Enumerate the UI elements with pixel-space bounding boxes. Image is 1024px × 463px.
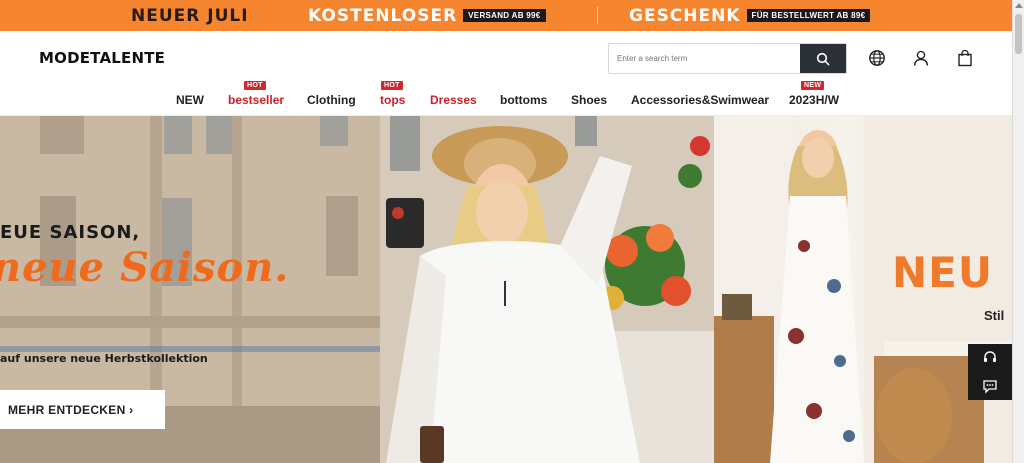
promo-bar[interactable]: NEUER JULI KOSTENLOSER VERSAND AB 99€ GE… — [0, 0, 1012, 31]
search-input[interactable] — [609, 44, 800, 73]
side-banner-title: NEU — [892, 248, 993, 297]
promo-text-2: KOSTENLOSER — [308, 5, 458, 26]
nav-item-tops[interactable]: HOT tops — [380, 81, 406, 107]
site-header: MODETALENTE NEW — [0, 31, 1012, 116]
nav-item-bestseller[interactable]: HOT bestseller — [228, 81, 285, 107]
promo-text-1: NEUER JULI — [131, 5, 249, 26]
nav-item-new[interactable]: NEW — [176, 93, 204, 107]
discover-more-button[interactable]: MEHR ENTDECKEN › — [0, 390, 165, 429]
chat-button[interactable] — [968, 372, 1012, 400]
nav-item-label: bestseller — [228, 93, 285, 107]
promo-segment-3: GESCHENK FÜR BESTELLWERT AB 89€ — [629, 0, 871, 31]
nav-item-accessories[interactable]: Accessories&Swimwear — [631, 93, 769, 107]
search-box — [608, 43, 847, 74]
page-scrollbar[interactable] — [1012, 0, 1024, 463]
scroll-up-arrow-icon[interactable] — [1015, 3, 1023, 8]
shopping-bag-icon[interactable] — [956, 49, 974, 67]
nav-item-2023hw[interactable]: NEW 2023H/W — [789, 81, 840, 107]
promo-divider — [597, 7, 598, 24]
promo-pill-2: VERSAND AB 99€ — [463, 9, 546, 22]
hero-title: EUE SAISON, — [0, 222, 141, 243]
nav-item-shoes[interactable]: Shoes — [571, 93, 607, 107]
headset-icon — [984, 351, 996, 362]
nav-item-bottoms[interactable]: bottoms — [500, 93, 547, 107]
side-banner-subtitle: Stil — [984, 308, 1005, 323]
hero-banner-main[interactable]: EUE SAISON, neue Saison. auf unsere neue… — [0, 116, 714, 463]
globe-icon[interactable] — [868, 49, 886, 67]
nav-item-dresses[interactable]: Dresses — [430, 93, 477, 107]
scrollbar-thumb[interactable] — [1015, 14, 1022, 54]
user-icon[interactable] — [912, 49, 930, 67]
promo-segment-1: NEUER JULI — [131, 0, 249, 31]
promo-text-3: GESCHENK — [629, 5, 741, 26]
nav-item-label: tops — [380, 93, 406, 107]
chat-icon — [983, 380, 997, 394]
nav-item-label: 2023H/W — [789, 93, 840, 107]
hero-banners: EUE SAISON, neue Saison. auf unsere neue… — [0, 116, 1012, 463]
page: NEUER JULI KOSTENLOSER VERSAND AB 99€ GE… — [0, 0, 1024, 463]
site-logo[interactable]: MODETALENTE — [39, 49, 165, 67]
new-badge: NEW — [801, 81, 825, 90]
hot-badge: HOT — [381, 81, 403, 90]
promo-segment-2: KOSTENLOSER VERSAND AB 99€ — [308, 0, 546, 31]
hero-script-title: neue Saison. — [0, 244, 290, 291]
hot-badge: HOT — [244, 81, 266, 90]
customer-service-button[interactable] — [968, 344, 1012, 372]
main-nav: NEW HOT bestseller Clothing HOT tops Dre… — [0, 81, 1012, 111]
nav-item-clothing[interactable]: Clothing — [307, 93, 356, 107]
promo-pill-3: FÜR BESTELLWERT AB 89€ — [746, 9, 871, 22]
search-button[interactable] — [800, 44, 846, 73]
search-icon — [816, 52, 830, 65]
hero-subtitle: auf unsere neue Herbstkollektion — [0, 352, 208, 365]
